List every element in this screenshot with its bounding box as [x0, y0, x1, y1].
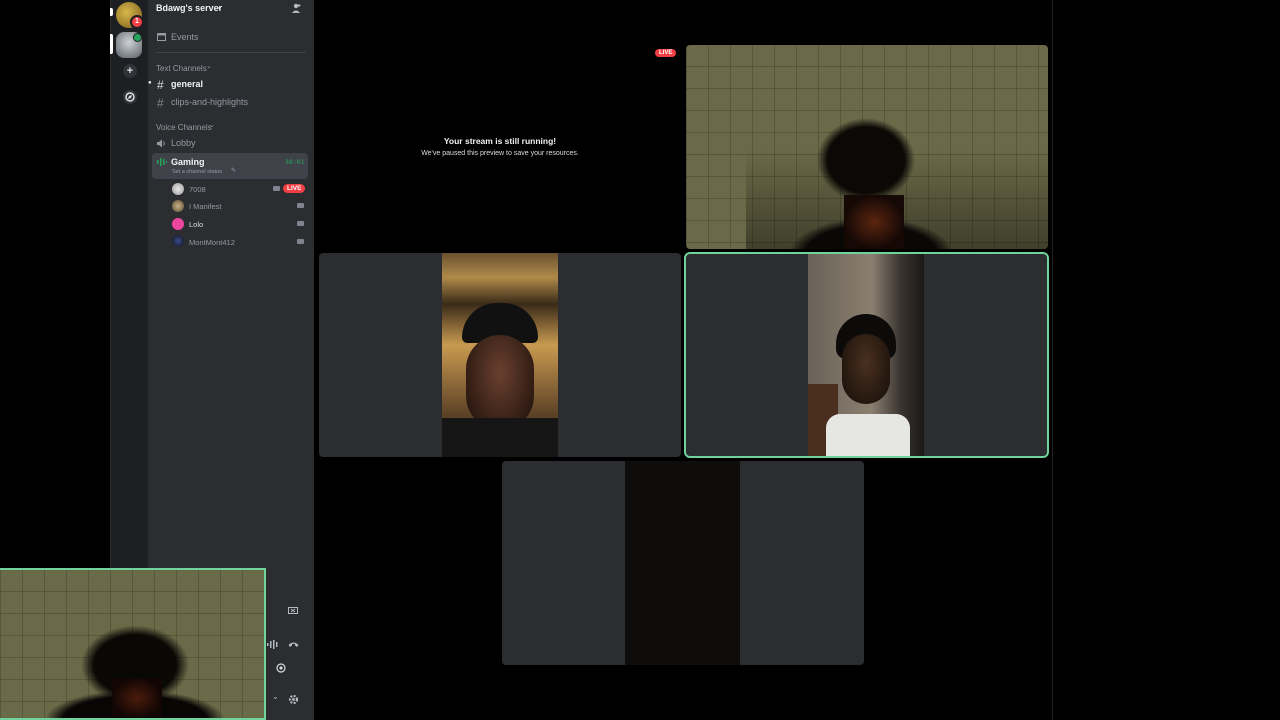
video-feed-person — [442, 253, 558, 457]
rail-selected-indicator — [110, 8, 113, 16]
server-header[interactable]: Bdawg's server ⌄ — [148, 0, 314, 18]
active-voice-icon — [157, 158, 167, 166]
audio-wave-icon — [267, 640, 278, 649]
unread-dot: ● — [148, 80, 152, 86]
speaker-icon — [157, 139, 165, 148]
avatar[interactable] — [172, 183, 184, 195]
channel-general[interactable]: general — [171, 79, 203, 89]
face — [466, 335, 534, 430]
paused-stream-tile[interactable]: LIVE Your stream is still running! We've… — [319, 44, 681, 249]
online-dot — [133, 33, 142, 42]
events-link[interactable]: Events — [171, 32, 199, 42]
live-badge: LIVE — [655, 49, 677, 57]
activity-icon[interactable] — [276, 663, 286, 673]
voice-channel-gaming-label: Gaming — [171, 157, 205, 167]
face-glow — [844, 195, 904, 249]
video-feed-dark — [625, 461, 740, 665]
voice-user-montmont412[interactable]: MontMont412 — [189, 238, 235, 247]
shoulders — [442, 418, 558, 457]
divider — [156, 52, 306, 53]
chevron-down-icon: ⌄ — [209, 122, 215, 129]
add-member-icon[interactable] — [291, 3, 302, 14]
hash-icon: # — [157, 78, 164, 92]
camera-icon — [273, 186, 280, 191]
camera-icon — [297, 203, 304, 208]
channel-status-placeholder[interactable]: Set a channel status — [172, 169, 222, 175]
channel-clips-and-highlights[interactable]: clips-and-highlights — [171, 97, 248, 107]
stream-paused-subtitle: We've paused this preview to save your r… — [421, 150, 579, 157]
server-name: Bdawg's server — [156, 3, 223, 13]
text-channels-category[interactable]: Text Channels — [156, 64, 207, 73]
live-badge: LIVE — [283, 184, 306, 193]
voice-channel-gaming[interactable]: Gaming 38:01 Set a channel status ✎ — [152, 153, 308, 179]
avatar[interactable] — [172, 218, 184, 230]
calendar-icon — [157, 33, 166, 41]
video-tile[interactable] — [502, 461, 864, 665]
stream-paused-title: Your stream is still running! — [443, 136, 557, 146]
notification-badge: 1 — [130, 15, 144, 29]
hash-icon: # — [157, 96, 164, 110]
rail-selected-indicator-2 — [110, 34, 113, 54]
face — [842, 334, 890, 404]
video-feed-person — [808, 254, 924, 456]
gear-icon[interactable] — [288, 694, 299, 705]
video-tile[interactable] — [319, 253, 681, 457]
hang-up-icon[interactable] — [288, 641, 299, 648]
avatar[interactable] — [172, 200, 184, 212]
explore-icon[interactable] — [123, 90, 137, 104]
voice-timer: 38:01 — [285, 158, 305, 166]
video-tile[interactable] — [686, 45, 1048, 249]
disconnect-screen-icon[interactable] — [288, 607, 298, 616]
chevron-down-icon: ⌄ — [206, 63, 212, 70]
camera-icon — [297, 221, 304, 226]
voice-user-i-manifest[interactable]: I Manifest — [189, 202, 222, 211]
self-view-pip[interactable] — [0, 568, 266, 720]
voice-user-7008[interactable]: 7008 — [189, 185, 206, 194]
voice-channel-lobby[interactable]: Lobby — [171, 138, 196, 148]
voice-user-lolo[interactable]: Lolo — [189, 220, 203, 229]
voice-channels-category[interactable]: Voice Channels — [156, 123, 212, 132]
camera-icon — [297, 239, 304, 244]
add-server-icon[interactable]: + — [123, 64, 137, 78]
video-tile-speaking[interactable] — [684, 252, 1049, 458]
shirt — [826, 414, 910, 456]
pencil-icon[interactable]: ✎ — [231, 167, 236, 174]
chevron-down-icon: ⌄ — [216, 2, 223, 11]
face-glow — [112, 678, 162, 718]
avatar[interactable] — [172, 235, 184, 247]
video-stage: LIVE Your stream is still running! We've… — [314, 0, 1053, 720]
chevron-down-icon[interactable]: ⌄ — [272, 692, 279, 701]
